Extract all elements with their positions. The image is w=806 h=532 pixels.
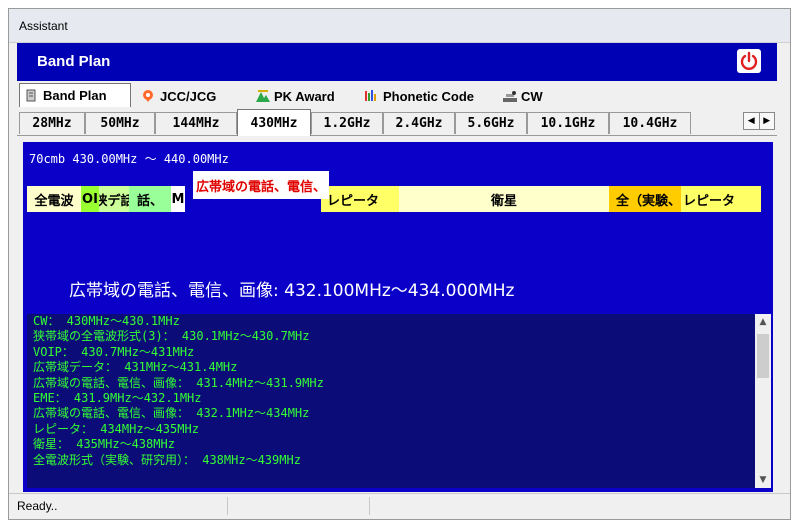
- tab-5-6ghz[interactable]: 5.6GHz: [455, 112, 527, 134]
- power-icon: [740, 51, 758, 70]
- status-divider: [369, 497, 370, 515]
- tab-label: Phonetic Code: [383, 88, 475, 104]
- window-title: Assistant: [19, 19, 68, 33]
- segment-eme[interactable]: M: [171, 186, 185, 212]
- list-item: 狭帯域の全電波形式(3)： 430.1MHz～430.7MHz: [33, 329, 310, 344]
- tab-cw[interactable]: CW: [502, 86, 543, 106]
- main-tab-strip: Band Plan JCC/JCG PK Award Phonetic Code…: [17, 83, 777, 107]
- assistant-window: Assistant Band Plan Band Plan JCC/JCG PK…: [8, 8, 791, 520]
- tab-label: Band Plan: [43, 88, 107, 103]
- tab-10-4ghz[interactable]: 10.4GHz: [609, 112, 691, 134]
- segment-repeater-2[interactable]: レピータ: [681, 186, 761, 212]
- tab-scroll-buttons: ◀ ▶: [743, 112, 775, 130]
- tab-phonetic-code[interactable]: Phonetic Code: [364, 86, 474, 106]
- status-text: Ready..: [17, 499, 58, 513]
- cw-key-icon: [502, 89, 517, 103]
- document-icon: [24, 89, 38, 103]
- location-pin-icon: [141, 89, 155, 103]
- tab-label: CW: [521, 88, 543, 104]
- phonetic-icon: [364, 89, 378, 103]
- tab-144mhz[interactable]: 144MHz: [155, 112, 237, 134]
- segment-detail-list[interactable]: CW： 430MHz～430.1MHz 狭帯域の全電波形式(3)： 430.1M…: [27, 314, 755, 488]
- segment-wideband-data[interactable]: 狭デ話: [99, 186, 129, 212]
- tab-50mhz[interactable]: 50MHz: [85, 112, 155, 134]
- status-bar: Ready..: [9, 493, 790, 519]
- tab-430mhz[interactable]: 430MHz: [237, 109, 311, 136]
- segment-experimental[interactable]: 全（実験、: [609, 186, 681, 212]
- list-item: 広帯域の電話、電信、画像： 432.1MHz～434MHz: [33, 406, 310, 421]
- segment-tooltip: 広帯域の電話、電信、: [193, 171, 329, 199]
- list-item: 広帯域データ： 431MHz～431.4MHz: [33, 360, 238, 375]
- tab-pk-award[interactable]: PK Award: [255, 86, 335, 106]
- band-plan-panel: 70cmb 430.00MHz ～ 440.00MHz 全電波 OI 狭デ話 話…: [23, 142, 773, 492]
- tab-label: PK Award: [274, 88, 335, 104]
- segment-wideband-phone[interactable]: 話、: [129, 186, 171, 212]
- scroll-thumb[interactable]: [757, 334, 769, 378]
- list-item: 全電波形式（実験、研究用）： 438MHz～439MHz: [33, 452, 301, 467]
- header-title: Band Plan: [37, 53, 111, 70]
- tab-2-4ghz[interactable]: 2.4GHz: [383, 112, 455, 134]
- selected-segment-label: 広帯域の電話、電信、画像: 432.100MHz～434.000MHz: [69, 281, 515, 301]
- band-range-label: 70cmb 430.00MHz ～ 440.00MHz: [29, 152, 229, 166]
- title-bar[interactable]: Assistant: [9, 9, 790, 43]
- tab-jcc-jcg[interactable]: JCC/JCG: [141, 86, 216, 106]
- power-button[interactable]: [737, 49, 761, 73]
- segment-voip[interactable]: OI: [81, 186, 99, 212]
- list-item: 衛星： 435MHz～438MHz: [33, 437, 175, 452]
- tab-10-1ghz[interactable]: 10.1GHz: [527, 112, 609, 134]
- tab-scroll-left-icon[interactable]: ◀: [744, 113, 759, 129]
- status-divider: [227, 497, 228, 515]
- list-item: レピータ： 434MHz～435MHz: [33, 421, 199, 436]
- tab-label: JCC/JCG: [160, 88, 217, 104]
- tab-1-2ghz[interactable]: 1.2GHz: [311, 112, 383, 134]
- segment-satellite[interactable]: 衛星: [399, 186, 609, 212]
- segment-all-modes[interactable]: 全電波: [27, 186, 81, 212]
- scroll-up-icon[interactable]: ▲: [755, 314, 771, 330]
- list-item: 広帯域の電話、電信、画像： 431.4MHz～431.9MHz: [33, 375, 324, 390]
- list-item: VOIP： 430.7MHz～431MHz: [33, 344, 195, 359]
- segment-repeater[interactable]: レピータ: [321, 186, 399, 212]
- detail-scrollbar[interactable]: ▲ ▼: [755, 314, 771, 488]
- tab-scroll-right-icon[interactable]: ▶: [758, 113, 775, 129]
- list-item: EME： 431.9MHz～432.1MHz: [33, 390, 202, 405]
- scroll-down-icon[interactable]: ▼: [755, 472, 771, 488]
- band-tab-strip: 28MHz 50MHz 144MHz 430MHz 1.2GHz 2.4GHz …: [17, 109, 777, 136]
- band-plan-header: Band Plan: [17, 43, 777, 81]
- award-icon: [255, 89, 270, 103]
- tab-28mhz[interactable]: 28MHz: [19, 112, 85, 134]
- list-item: CW： 430MHz～430.1MHz: [33, 314, 180, 328]
- tab-band-plan[interactable]: Band Plan: [19, 83, 131, 107]
